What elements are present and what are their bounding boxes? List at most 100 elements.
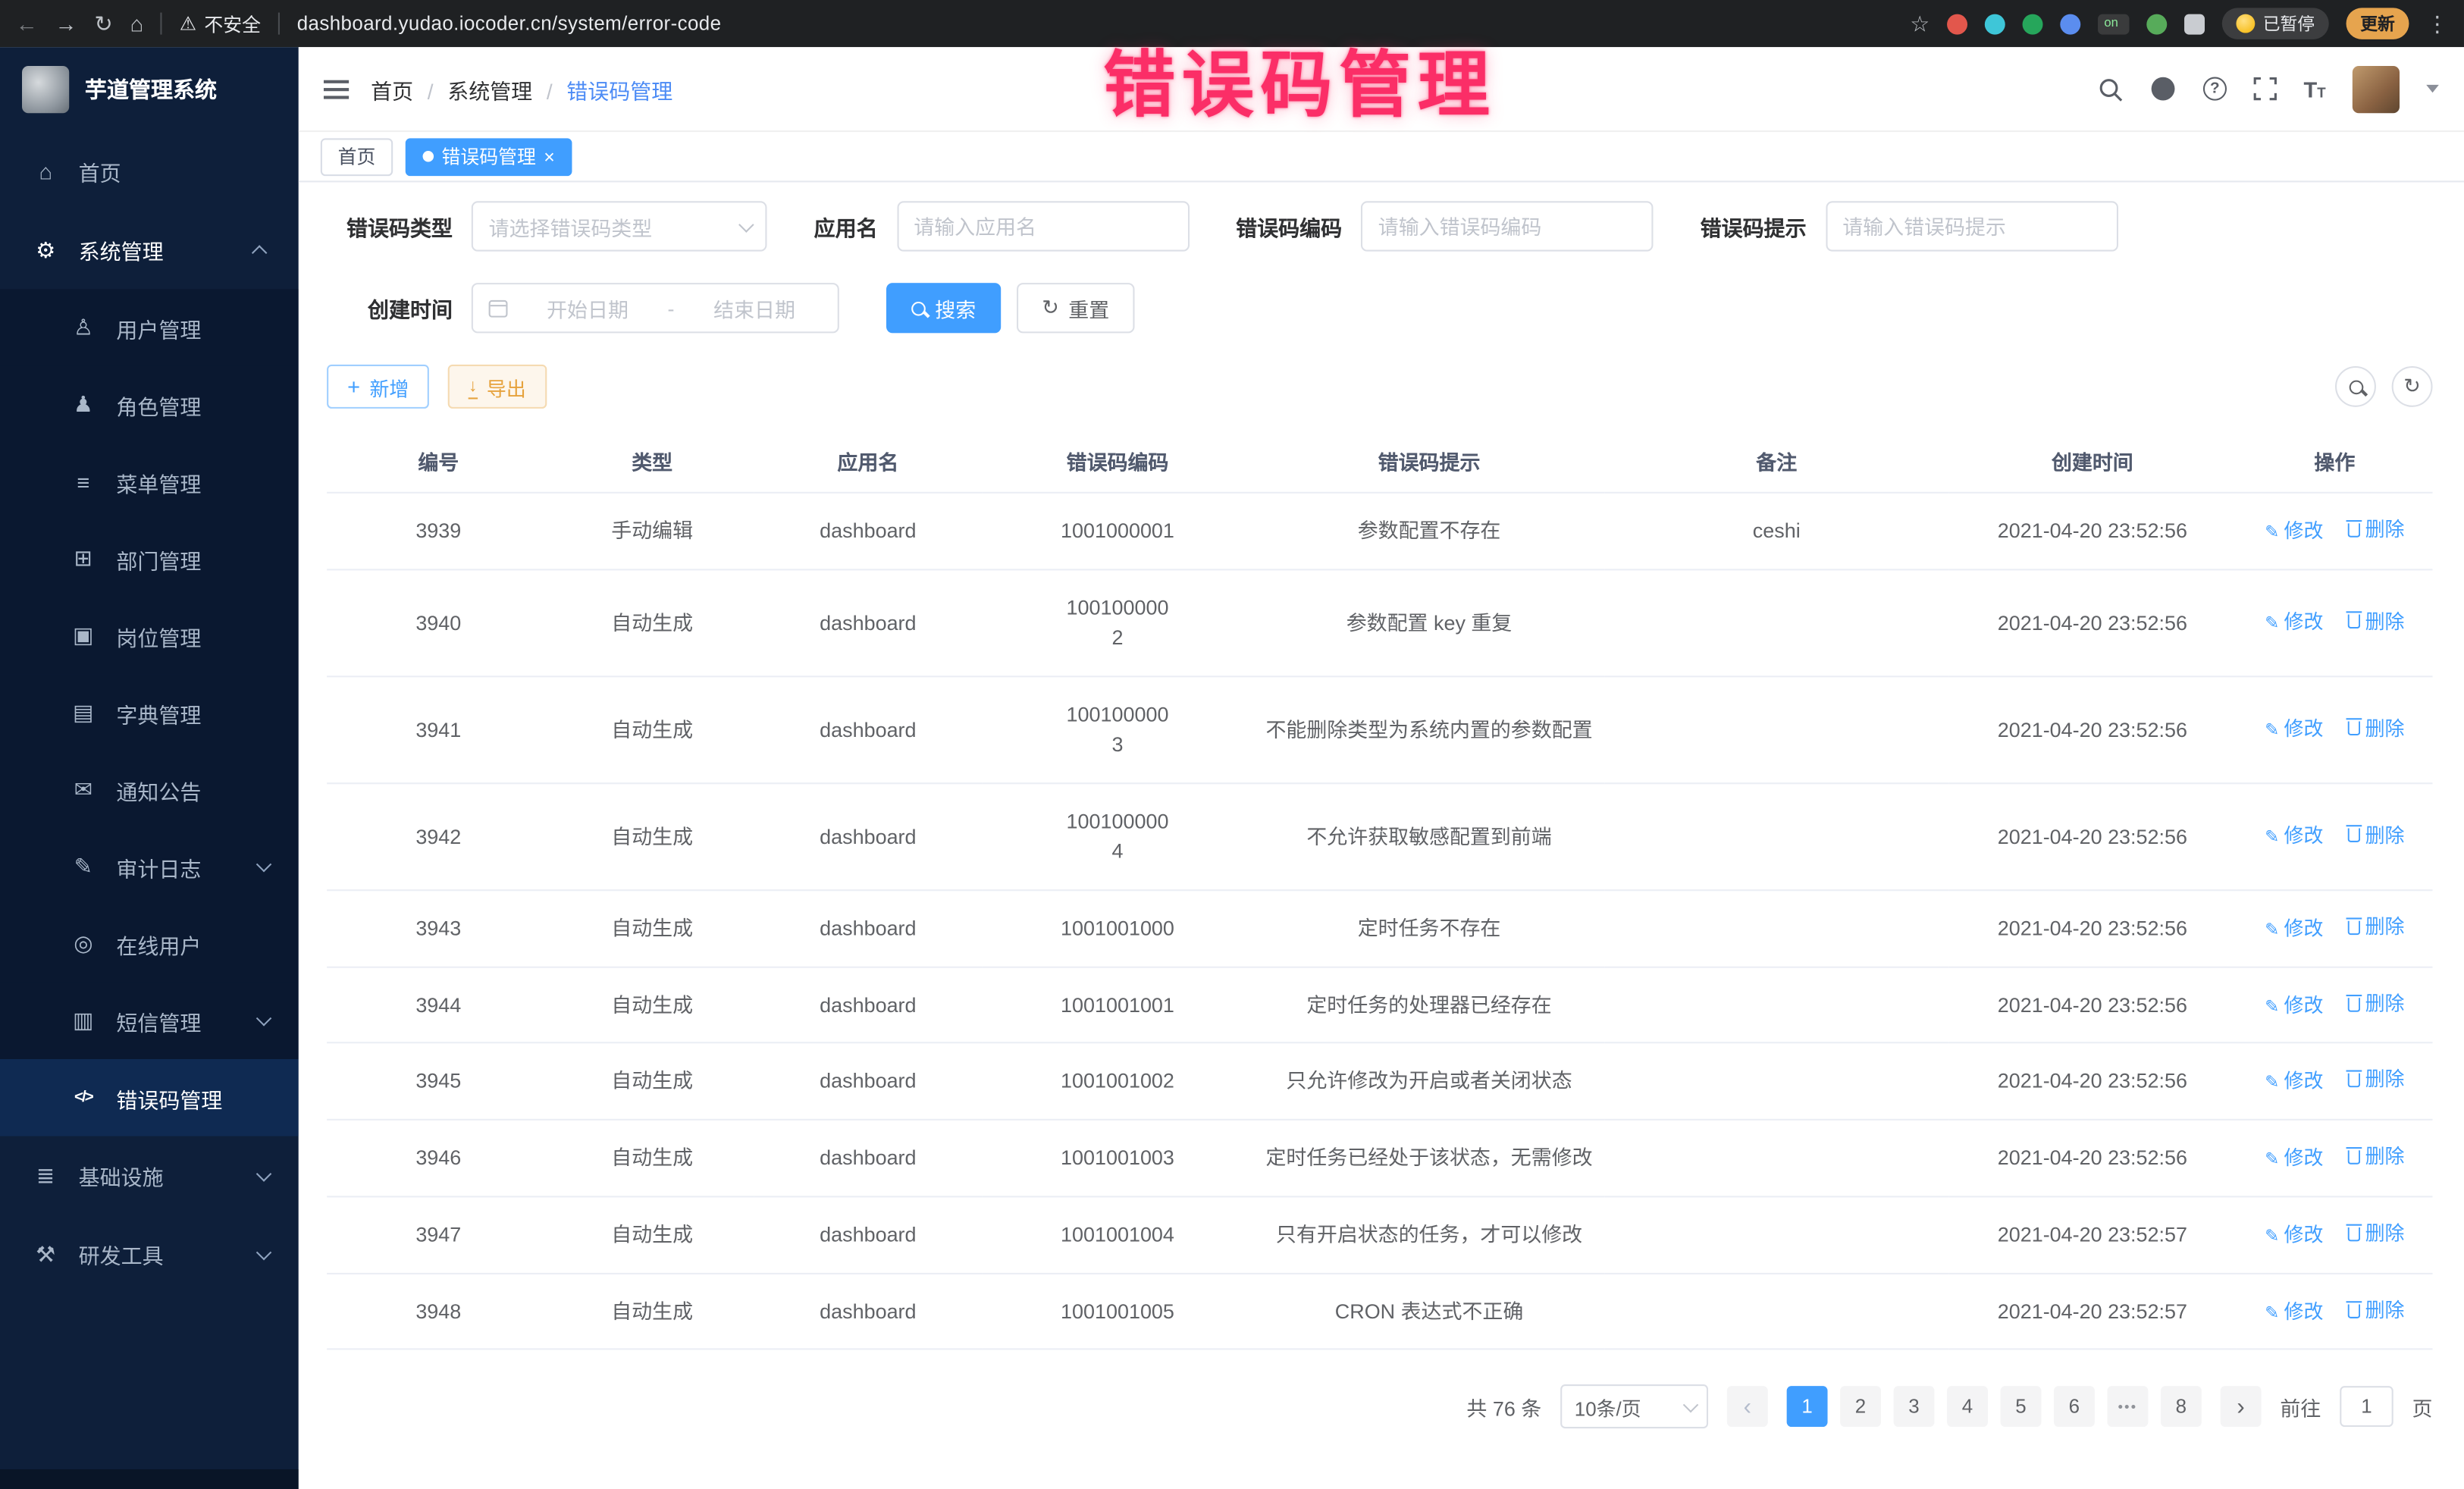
extension-teal-icon[interactable] <box>1985 14 2005 34</box>
extension-leaf-icon[interactable] <box>2146 14 2167 34</box>
delete-link[interactable]: 删除 <box>2348 1143 2405 1172</box>
error-code-input[interactable] <box>1361 201 1654 251</box>
security-indicator[interactable]: 不安全 <box>180 10 261 36</box>
extension-green-icon[interactable] <box>2023 14 2043 34</box>
sidebar-item[interactable]: 用户管理 <box>0 289 299 366</box>
error-type-select[interactable]: 请选择错误码类型 <box>472 201 767 251</box>
sidebar-item[interactable]: 研发工具 <box>0 1215 299 1293</box>
font-size-icon[interactable] <box>2303 78 2325 100</box>
delete-link[interactable]: 删除 <box>2348 1296 2405 1325</box>
fullscreen-icon[interactable] <box>2253 77 2277 101</box>
prev-page-button[interactable] <box>1727 1387 1768 1428</box>
sidebar-item[interactable]: 首页 <box>0 132 299 211</box>
edit-link[interactable]: 修改 <box>2265 1221 2323 1250</box>
cell-id: 3942 <box>327 783 550 890</box>
sidebar-item[interactable]: 部门管理 <box>0 520 299 597</box>
search-button[interactable]: 搜索 <box>886 283 1001 333</box>
page-number-button[interactable]: 5 <box>2000 1387 2041 1428</box>
delete-link[interactable]: 删除 <box>2348 821 2405 851</box>
add-button[interactable]: 新增 <box>327 365 429 409</box>
page-number-button[interactable]: 3 <box>1894 1387 1935 1428</box>
hamburger-icon[interactable] <box>324 87 349 90</box>
breadcrumb-item[interactable]: 系统管理 <box>413 73 532 104</box>
refresh-icon[interactable] <box>94 13 112 35</box>
sidebar-item[interactable]: 字典管理 <box>0 674 299 751</box>
app-logo[interactable]: 芋道管理系统 <box>0 47 299 132</box>
refresh-table-button[interactable] <box>2392 366 2433 407</box>
delete-link[interactable]: 删除 <box>2348 913 2405 942</box>
page-numbers: 1 2 3 4 5 6 ••• <box>1787 1387 2202 1428</box>
sidebar-item[interactable]: 岗位管理 <box>0 597 299 675</box>
extension-blue-icon[interactable] <box>2060 14 2080 34</box>
address-bar[interactable]: dashboard.yudao.iocoder.cn/system/error-… <box>297 13 722 35</box>
help-icon[interactable] <box>2203 77 2227 101</box>
extension-badge-icon[interactable] <box>2098 14 2129 34</box>
edit-link[interactable]: 修改 <box>2265 823 2323 852</box>
edit-link[interactable]: 修改 <box>2265 1297 2323 1327</box>
user-avatar[interactable] <box>2353 65 2400 112</box>
puzzle-icon[interactable] <box>2184 14 2205 34</box>
date-range-input[interactable]: 开始日期 - 结束日期 <box>472 283 839 333</box>
page-number-button[interactable]: 4 <box>1947 1387 1988 1428</box>
delete-link[interactable]: 删除 <box>2348 1066 2405 1096</box>
github-icon[interactable] <box>2149 75 2176 102</box>
cell-type: 自动生成 <box>550 1120 754 1196</box>
edit-link[interactable]: 修改 <box>2265 609 2323 638</box>
search-icon[interactable] <box>2098 77 2123 102</box>
page-number-button[interactable]: 2 <box>1840 1387 1881 1428</box>
reset-button[interactable]: 重置 <box>1017 283 1134 333</box>
export-button[interactable]: 导出 <box>448 365 547 409</box>
sidebar-item[interactable]: 角色管理 <box>0 366 299 444</box>
refresh-icon <box>1042 296 1059 321</box>
tab[interactable]: 首页 <box>321 137 393 175</box>
sidebar-item[interactable]: 审计日志 <box>0 828 299 905</box>
sidebar-item[interactable]: 基础设施 <box>0 1136 299 1215</box>
page-size-select[interactable]: 10条/页 <box>1560 1385 1708 1429</box>
chevron-down-icon[interactable] <box>2426 85 2439 92</box>
edit-link[interactable]: 修改 <box>2265 914 2323 944</box>
page-number-button[interactable]: 1 <box>1787 1387 1828 1428</box>
page-number-button[interactable]: ••• <box>2107 1387 2148 1428</box>
page-number-button[interactable]: 6 <box>2054 1387 2095 1428</box>
cell-id: 3947 <box>327 1196 550 1273</box>
delete-link[interactable]: 删除 <box>2348 1219 2405 1249</box>
cell-type: 自动生成 <box>550 783 754 890</box>
page-number-button[interactable]: 8 <box>2161 1387 2202 1428</box>
sidebar-collapse-bar[interactable] <box>0 1469 299 1489</box>
error-msg-input[interactable] <box>1825 201 2118 251</box>
sidebar-item[interactable]: 短信管理 <box>0 982 299 1059</box>
back-icon[interactable] <box>16 13 38 35</box>
sidebar-item[interactable]: 系统管理 <box>0 211 299 290</box>
delete-link[interactable]: 删除 <box>2348 607 2405 637</box>
show-search-button[interactable] <box>2335 366 2376 407</box>
edit-link[interactable]: 修改 <box>2265 1144 2323 1174</box>
delete-link[interactable]: 删除 <box>2348 516 2405 545</box>
next-page-button[interactable] <box>2221 1387 2262 1428</box>
cell-actions: 修改 删除 <box>2237 890 2432 967</box>
bookmark-star-icon[interactable] <box>1910 13 1930 35</box>
goto-page-input[interactable] <box>2340 1387 2393 1428</box>
edit-link[interactable]: 修改 <box>2265 716 2323 745</box>
sidebar-item[interactable]: 菜单管理 <box>0 444 299 521</box>
sidebar-item[interactable]: 错误码管理 <box>0 1059 299 1136</box>
edit-link[interactable]: 修改 <box>2265 991 2323 1020</box>
tab[interactable]: 错误码管理 <box>406 137 572 175</box>
extension-red-icon[interactable] <box>1947 14 1967 34</box>
breadcrumb-item[interactable]: 首页 <box>371 73 413 104</box>
plus-icon <box>347 375 360 398</box>
delete-link[interactable]: 删除 <box>2348 989 2405 1019</box>
breadcrumb-item[interactable]: 错误码管理 <box>532 73 672 104</box>
app-name-input[interactable] <box>896 201 1189 251</box>
forward-icon[interactable] <box>55 13 77 35</box>
sidebar-item[interactable]: 在线用户 <box>0 905 299 983</box>
edit-link[interactable]: 修改 <box>2265 1067 2323 1097</box>
home-icon[interactable] <box>130 13 143 35</box>
browser-menu-icon[interactable] <box>2426 13 2448 35</box>
edit-link[interactable]: 修改 <box>2265 517 2323 547</box>
delete-link[interactable]: 删除 <box>2348 714 2405 744</box>
update-button[interactable]: 更新 <box>2346 8 2409 39</box>
profile-paused-badge[interactable]: 已暂停 <box>2222 8 2329 39</box>
tab-close-icon[interactable] <box>544 146 555 168</box>
cell-actions: 修改 删除 <box>2237 493 2432 569</box>
sidebar-item[interactable]: 通知公告 <box>0 751 299 829</box>
